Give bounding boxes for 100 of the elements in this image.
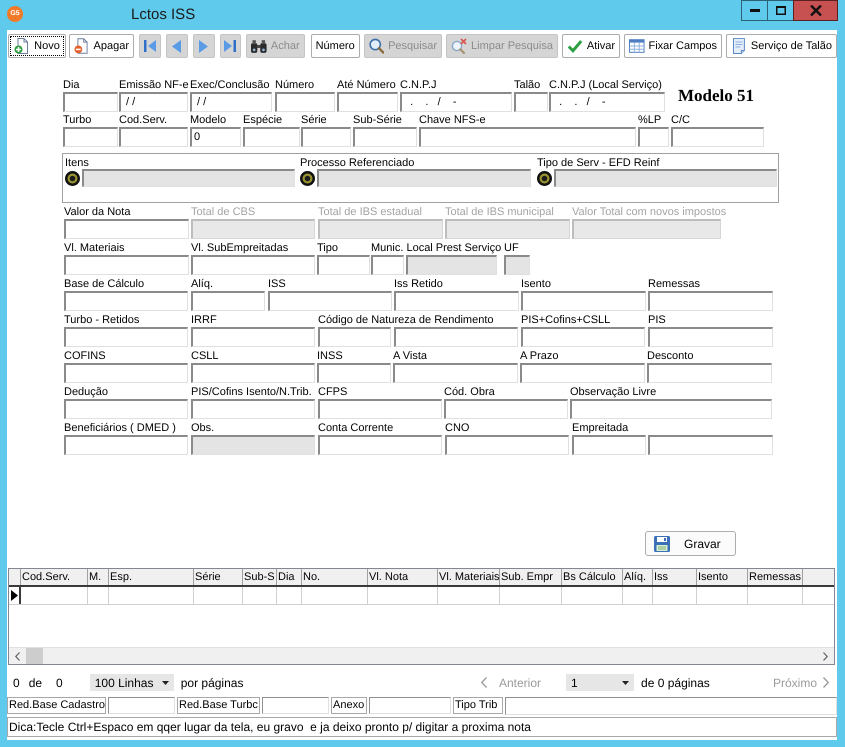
input-field[interactable] — [444, 399, 568, 419]
column-header[interactable]: No. — [302, 569, 368, 585]
field-label: Série — [301, 114, 327, 126]
clear-search-icon — [451, 38, 468, 54]
input-field[interactable] — [268, 291, 392, 311]
per-page-label: por páginas — [180, 676, 244, 690]
column-header[interactable]: M. — [88, 569, 109, 585]
fix-fields-button[interactable]: Fixar Campos — [624, 34, 722, 58]
column-header[interactable]: Sub-S — [243, 569, 277, 585]
scroll-right-icon[interactable] — [823, 652, 828, 660]
input-field[interactable] — [119, 127, 188, 147]
input-field[interactable]: . . / - — [400, 92, 512, 112]
input-field[interactable] — [301, 127, 351, 147]
input-field[interactable] — [82, 169, 295, 187]
column-header[interactable]: Vl. Materiais — [438, 569, 500, 585]
input-field[interactable] — [648, 291, 773, 311]
page-dropdown[interactable]: 1 — [566, 674, 634, 691]
scrollbar-thumb[interactable] — [26, 648, 43, 664]
input-field[interactable] — [64, 363, 188, 383]
input-field[interactable] — [318, 435, 442, 455]
document-minus-icon — [74, 38, 90, 54]
input-field[interactable] — [572, 435, 646, 455]
input-field[interactable] — [520, 363, 645, 383]
field-label: Sub-Série — [353, 114, 402, 126]
input-field[interactable] — [671, 127, 764, 147]
input-field[interactable] — [353, 127, 417, 147]
delete-button[interactable]: Apagar — [69, 34, 134, 58]
input-field[interactable] — [318, 399, 442, 419]
input-field[interactable]: / / — [119, 92, 188, 112]
input-field[interactable] — [648, 435, 773, 455]
lookup-button-icon[interactable] — [65, 170, 80, 186]
input-field[interactable] — [64, 327, 188, 347]
input-field[interactable] — [445, 435, 569, 455]
input-field[interactable] — [521, 291, 646, 311]
column-header[interactable]: Esp. — [109, 569, 194, 585]
column-header[interactable]: Isento — [697, 569, 748, 585]
column-header[interactable]: Dia — [277, 569, 302, 585]
scroll-left-icon[interactable] — [15, 652, 20, 660]
column-header[interactable]: Cod.Serv. — [21, 569, 88, 585]
input-field[interactable] — [191, 399, 315, 419]
input-field[interactable] — [394, 327, 518, 347]
input-field[interactable]: . . / - — [549, 92, 665, 112]
input-field[interactable] — [262, 697, 329, 714]
input-field[interactable] — [191, 255, 315, 275]
input-field[interactable] — [63, 92, 118, 112]
save-button[interactable]: Gravar — [645, 531, 736, 556]
input-field[interactable] — [317, 169, 531, 187]
input-field[interactable] — [317, 255, 370, 275]
input-field[interactable] — [64, 435, 188, 455]
input-field[interactable] — [638, 127, 669, 147]
input-field[interactable] — [406, 255, 497, 275]
field-label: Munic. Local Prest Serviço — [371, 242, 502, 254]
input-field[interactable] — [317, 363, 391, 383]
page-size-dropdown[interactable]: 100 Linhas — [90, 674, 174, 691]
input-field[interactable] — [63, 127, 118, 147]
hint-bar: Dica:Tecle Ctrl+Espaco em qqer lugar da tela, eu gravo e ja deixo pronto p/ digitar a proxima nota — [7, 717, 837, 737]
input-field[interactable] — [64, 291, 188, 311]
input-field[interactable] — [275, 92, 335, 112]
input-field[interactable] — [108, 697, 175, 714]
lookup-button-icon[interactable] — [537, 170, 552, 186]
column-header[interactable]: Remessas — [748, 569, 803, 585]
input-field[interactable] — [570, 399, 772, 419]
minimize-button[interactable] — [741, 0, 768, 21]
input-field[interactable] — [191, 291, 265, 311]
input-field[interactable] — [419, 127, 636, 147]
input-field[interactable] — [369, 697, 451, 714]
column-header[interactable]: Bs Cálculo — [562, 569, 623, 585]
close-button[interactable] — [793, 0, 838, 21]
input-field[interactable] — [393, 363, 518, 383]
service-booklet-button[interactable]: Serviço de Talão — [726, 34, 837, 58]
input-field[interactable]: / / — [190, 92, 272, 112]
input-field[interactable] — [648, 327, 773, 347]
column-header[interactable]: Sub. Empr — [500, 569, 562, 585]
column-header[interactable]: Vl. Nota — [368, 569, 438, 585]
input-field[interactable] — [514, 92, 548, 112]
input-field[interactable] — [371, 255, 404, 275]
column-header[interactable]: Iss — [653, 569, 697, 585]
number-button[interactable]: Número — [310, 34, 360, 58]
input-field[interactable] — [191, 327, 315, 347]
column-header[interactable]: Alíq. — [623, 569, 653, 585]
input-field[interactable] — [64, 399, 188, 419]
input-field[interactable] — [318, 327, 391, 347]
input-field[interactable] — [647, 363, 772, 383]
input-field[interactable] — [191, 363, 315, 383]
input-field[interactable]: 0 — [190, 127, 241, 147]
input-field[interactable] — [505, 697, 837, 715]
input-field[interactable] — [191, 435, 315, 455]
new-button[interactable]: Novo — [8, 34, 66, 58]
input-field[interactable] — [394, 291, 519, 311]
horizontal-scrollbar[interactable] — [9, 647, 834, 664]
lookup-button-icon[interactable] — [300, 170, 315, 186]
activate-button[interactable]: Ativar — [562, 34, 620, 58]
input-field[interactable] — [504, 255, 530, 275]
input-field[interactable] — [64, 255, 189, 275]
column-header[interactable]: Série — [194, 569, 243, 585]
input-field[interactable] — [337, 92, 398, 112]
input-field[interactable] — [243, 127, 300, 147]
input-field[interactable] — [521, 327, 645, 347]
input-field[interactable] — [64, 219, 189, 239]
input-field[interactable] — [554, 169, 777, 187]
